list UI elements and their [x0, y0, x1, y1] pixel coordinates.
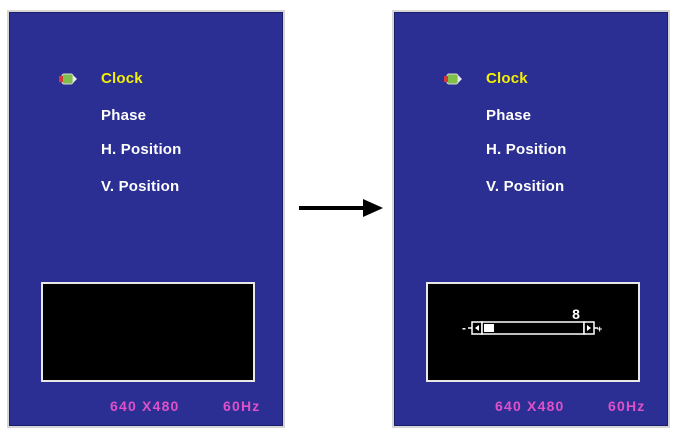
adjust-display-box: 8 - + [426, 282, 640, 382]
resolution-label: 640 X480 [110, 398, 180, 414]
slider-track[interactable] [481, 321, 585, 335]
menu-cursor-icon [59, 73, 77, 85]
slider-plus-label: + [597, 324, 602, 334]
right-arrow-icon [299, 199, 383, 217]
refresh-rate-label: 60Hz [223, 398, 261, 414]
menu-item-phase[interactable]: Phase [486, 107, 531, 124]
menu-item-h-position[interactable]: H. Position [486, 141, 567, 158]
resolution-label: 640 X480 [495, 398, 565, 414]
osd-screen-after: Clock Phase H. Position V. Position 8 - … [392, 10, 670, 428]
menu-item-phase[interactable]: Phase [101, 107, 146, 124]
slider-level-fill [484, 324, 494, 332]
clock-slider[interactable]: - + [462, 320, 604, 336]
osd-screen-before: Clock Phase H. Position V. Position 640 … [7, 10, 285, 428]
refresh-rate-label: 60Hz [608, 398, 646, 414]
menu-cursor-icon [444, 73, 462, 85]
menu-item-v-position[interactable]: V. Position [101, 178, 179, 195]
menu-item-clock[interactable]: Clock [486, 70, 528, 87]
menu-item-h-position[interactable]: H. Position [101, 141, 182, 158]
menu-item-v-position[interactable]: V. Position [486, 178, 564, 195]
menu-item-clock[interactable]: Clock [101, 70, 143, 87]
slider-minus-label: - [462, 321, 466, 335]
adjust-display-box [41, 282, 255, 382]
